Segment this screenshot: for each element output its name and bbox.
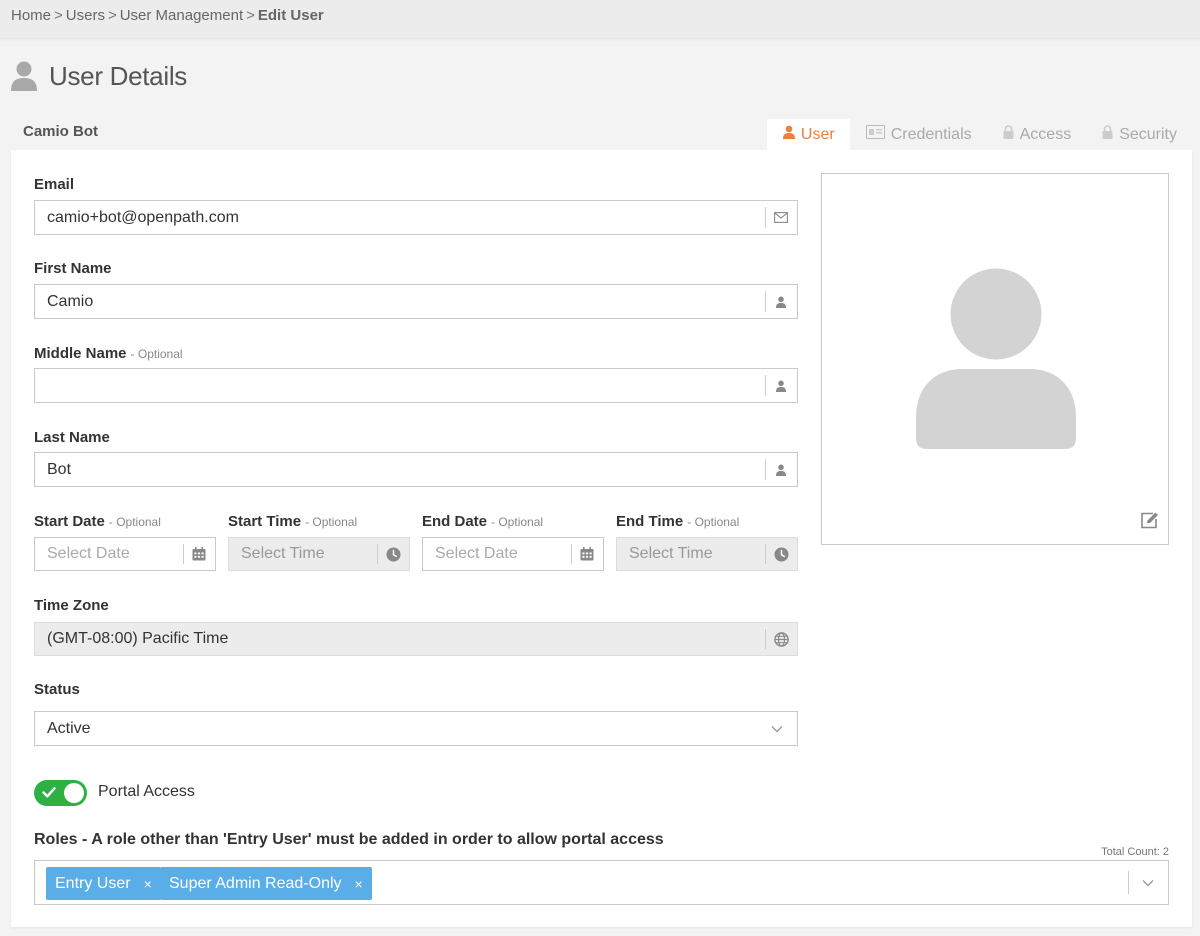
chevron-down-icon xyxy=(757,725,797,733)
avatar-placeholder-icon xyxy=(916,268,1076,449)
optional-tag: - Optional xyxy=(305,515,358,529)
breadcrumb-separator: > xyxy=(54,7,63,24)
lock-icon xyxy=(1102,125,1119,144)
end-time-field[interactable]: Select Time xyxy=(616,537,798,571)
tab-bar: User Credentials Access Security xyxy=(766,119,1192,150)
optional-tag: - Optional xyxy=(687,515,740,529)
middle-name-field[interactable] xyxy=(34,368,798,403)
top-bar: Home > Users > User Management > Edit User xyxy=(0,0,1200,38)
portal-access-toggle[interactable] xyxy=(34,780,87,806)
first-name-field[interactable]: Camio xyxy=(34,284,798,319)
user-icon xyxy=(765,453,797,486)
breadcrumb-separator: > xyxy=(246,7,255,24)
role-chip-super-admin-read-only: Super Admin Read-Only × xyxy=(160,867,372,900)
check-icon xyxy=(42,787,56,798)
start-date-field[interactable]: Select Date xyxy=(34,537,216,571)
last-name-value: Bot xyxy=(47,460,72,478)
breadcrumb-current: Edit User xyxy=(257,7,324,24)
envelope-icon xyxy=(765,201,797,234)
breadcrumb-home[interactable]: Home xyxy=(11,7,51,24)
end-date-label: End Date - Optional xyxy=(422,513,544,530)
tab-label: Credentials xyxy=(890,125,972,143)
tab-access[interactable]: Access xyxy=(987,119,1087,150)
page-title: User Details xyxy=(49,60,187,91)
tab-label: Access xyxy=(1019,125,1072,143)
email-field[interactable]: camio+bot@openpath.com xyxy=(34,200,798,235)
id-card-icon xyxy=(865,125,891,144)
end-date-field[interactable]: Select Date xyxy=(422,537,604,571)
start-date-label: Start Date - Optional xyxy=(34,513,161,530)
optional-tag: - Optional xyxy=(108,515,161,529)
tab-user[interactable]: User xyxy=(766,119,850,150)
optional-tag: - Optional xyxy=(491,515,544,529)
status-select[interactable]: Active xyxy=(34,711,798,746)
breadcrumb-users[interactable]: Users xyxy=(66,7,105,24)
time-zone-label: Time Zone xyxy=(34,597,109,614)
chevron-down-icon[interactable] xyxy=(1128,861,1168,904)
first-name-label: First Name xyxy=(34,260,112,277)
user-display-name: Camio Bot xyxy=(23,123,98,140)
role-chip-entry-user: Entry User × xyxy=(46,867,161,900)
user-icon xyxy=(765,285,797,318)
last-name-label: Last Name xyxy=(34,429,110,446)
user-icon xyxy=(765,369,797,402)
end-date-placeholder: Select Date xyxy=(435,545,518,562)
end-time-label: End Time - Optional xyxy=(616,513,740,530)
calendar-icon xyxy=(571,538,603,570)
page-header: User Details xyxy=(10,60,187,92)
middle-name-label: Middle Name - Optional xyxy=(34,345,183,362)
globe-icon xyxy=(765,623,797,655)
breadcrumb-separator: > xyxy=(107,7,117,24)
user-silhouette-icon xyxy=(10,60,38,92)
roles-total-count: Total Count: 2 xyxy=(1101,846,1169,858)
calendar-icon xyxy=(183,538,215,570)
roles-label: Roles - A role other than 'Entry User' m… xyxy=(34,831,664,848)
start-time-label: Start Time - Optional xyxy=(228,513,358,530)
time-zone-value: (GMT-08:00) Pacific Time xyxy=(47,630,229,647)
tab-credentials[interactable]: Credentials xyxy=(850,119,987,150)
clock-icon xyxy=(765,538,797,570)
tab-security[interactable]: Security xyxy=(1086,119,1192,150)
tab-label: Security xyxy=(1119,125,1177,143)
user-form-card: Email camio+bot@openpath.com First Name … xyxy=(11,150,1192,927)
first-name-value: Camio xyxy=(47,292,94,310)
portal-access-label: Portal Access xyxy=(98,783,195,800)
clock-icon xyxy=(377,538,409,570)
remove-role-button[interactable]: × xyxy=(355,876,363,892)
tab-label: User xyxy=(800,125,835,143)
roles-multiselect[interactable]: Entry User × Super Admin Read-Only × xyxy=(34,860,1169,905)
start-time-placeholder: Select Time xyxy=(241,545,325,562)
time-zone-field[interactable]: (GMT-08:00) Pacific Time xyxy=(34,622,798,656)
role-chip-label: Entry User xyxy=(55,874,131,892)
status-label: Status xyxy=(34,681,80,698)
breadcrumb: Home > Users > User Management > Edit User xyxy=(11,7,324,24)
user-icon xyxy=(782,125,801,144)
edit-photo-icon[interactable] xyxy=(1140,511,1160,534)
status-value: Active xyxy=(47,719,91,737)
lock-icon xyxy=(1003,125,1020,144)
role-chip-label: Super Admin Read-Only xyxy=(169,874,342,892)
email-value: camio+bot@openpath.com xyxy=(47,208,239,226)
breadcrumb-user-management[interactable]: User Management xyxy=(120,7,243,24)
email-label: Email xyxy=(34,176,75,193)
profile-photo xyxy=(821,173,1169,545)
toggle-knob xyxy=(64,783,84,803)
start-date-placeholder: Select Date xyxy=(47,545,130,562)
last-name-field[interactable]: Bot xyxy=(34,452,798,487)
optional-tag: - Optional xyxy=(130,347,183,361)
remove-role-button[interactable]: × xyxy=(144,876,152,892)
start-time-field[interactable]: Select Time xyxy=(228,537,410,571)
end-time-placeholder: Select Time xyxy=(629,545,713,562)
